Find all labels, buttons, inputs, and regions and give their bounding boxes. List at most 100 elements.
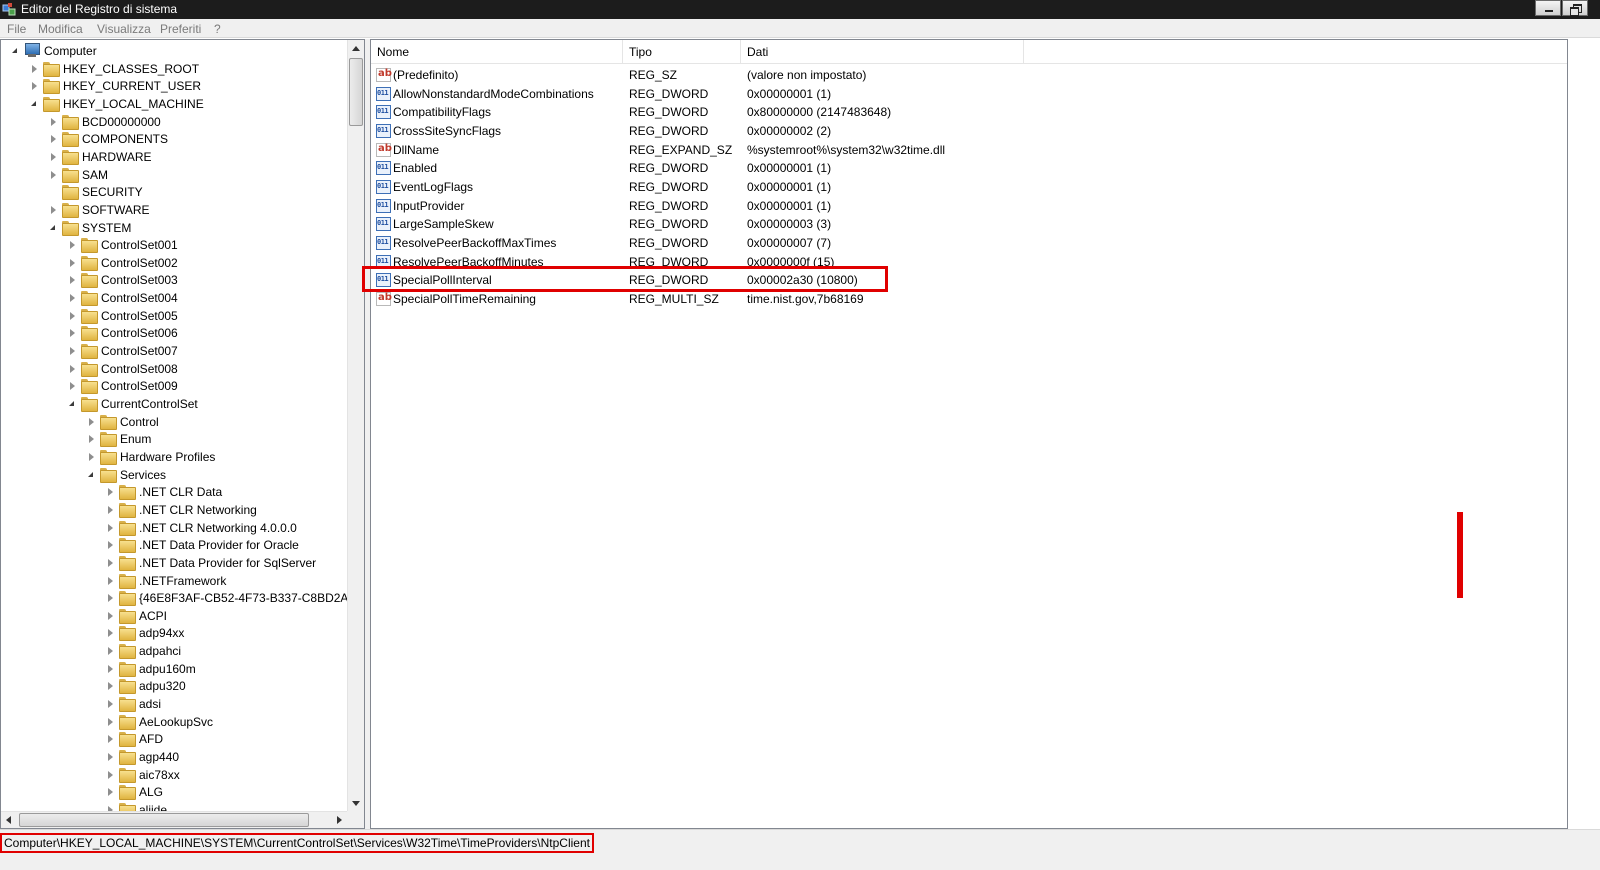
value-name: InputProvider (393, 198, 465, 213)
registry-tree[interactable]: Computer HKEY_CLASSES_ROOT HKEY_CURRENT_US… (0, 39, 365, 829)
menu-preferiti[interactable]: Preferiti (160, 22, 201, 36)
folder-icon (119, 608, 136, 624)
collapsed-arrow-icon[interactable] (108, 717, 113, 726)
minimize-button[interactable] (1535, 0, 1561, 16)
tree-item-label: Computer (44, 44, 97, 58)
collapsed-arrow-icon[interactable] (70, 347, 75, 356)
tree-item-label: adpu160m (139, 661, 196, 676)
collapsed-arrow-icon[interactable] (70, 364, 75, 373)
collapsed-arrow-icon[interactable] (108, 594, 113, 603)
collapsed-arrow-icon[interactable] (108, 576, 113, 585)
value-row[interactable]: EventLogFlags REG_DWORD 0x00000001 (1) (371, 177, 1567, 196)
string-value-icon (376, 289, 392, 307)
status-bar: Computer\HKEY_LOCAL_MACHINE\SYSTEM\Curre… (0, 829, 1600, 870)
tree-item-label: SAM (82, 167, 109, 182)
collapsed-arrow-icon[interactable] (108, 735, 113, 744)
tree-vertical-scrollbar[interactable] (347, 40, 364, 812)
value-row[interactable]: (Predefinito) REG_SZ (valore non impostato… (371, 65, 1567, 84)
collapsed-arrow-icon[interactable] (108, 505, 113, 514)
menu-visualizza[interactable]: Visualizza (97, 22, 151, 36)
tree-item-label: HKEY_CURRENT_USER (63, 79, 202, 94)
value-row[interactable]: InputProvider REG_DWORD 0x00000001 (1) (371, 196, 1567, 215)
folder-icon (81, 273, 98, 289)
tree-item-label: Hardware Profiles (120, 449, 216, 464)
value-row[interactable]: AllowNonstandardModeCombinations REG_DWOR… (371, 84, 1567, 103)
collapsed-arrow-icon[interactable] (108, 558, 113, 567)
collapsed-arrow-icon[interactable] (70, 382, 75, 391)
folder-icon (100, 467, 117, 483)
value-data: 0x00000002 (2) (747, 123, 832, 138)
collapsed-arrow-icon[interactable] (51, 170, 56, 179)
window-controls (1534, 0, 1588, 16)
collapsed-arrow-icon[interactable] (70, 258, 75, 267)
collapsed-arrow-icon[interactable] (32, 82, 37, 91)
scroll-thumb[interactable] (349, 58, 363, 126)
collapsed-arrow-icon[interactable] (108, 647, 113, 656)
collapsed-arrow-icon[interactable] (89, 435, 94, 444)
folder-icon (62, 149, 79, 165)
binary-value-icon (376, 214, 391, 232)
collapsed-arrow-icon[interactable] (70, 294, 75, 303)
collapsed-arrow-icon[interactable] (89, 417, 94, 426)
folder-icon (81, 344, 98, 360)
scroll-thumb-horizontal[interactable] (19, 813, 309, 827)
collapsed-arrow-icon[interactable] (108, 523, 113, 532)
expanded-arrow-icon[interactable] (50, 224, 55, 230)
collapsed-arrow-icon[interactable] (51, 135, 56, 144)
window-title: Editor del Registro di sistema (21, 2, 178, 16)
restore-button[interactable] (1562, 0, 1588, 16)
column-header-data[interactable]: Dati (741, 40, 1024, 64)
collapsed-arrow-icon[interactable] (70, 276, 75, 285)
collapsed-arrow-icon[interactable] (32, 64, 37, 73)
tree-item-label: AeLookupSvc (139, 714, 214, 729)
collapsed-arrow-icon[interactable] (108, 611, 113, 620)
menu-file[interactable]: File (7, 22, 26, 36)
folder-icon (100, 449, 117, 465)
value-row[interactable]: ResolvePeerBackoffMaxTimes REG_DWORD 0x000… (371, 233, 1567, 252)
folder-icon (119, 732, 136, 748)
tree-item-label: HKEY_LOCAL_MACHINE (63, 96, 204, 111)
collapsed-arrow-icon[interactable] (51, 152, 56, 161)
collapsed-arrow-icon[interactable] (70, 329, 75, 338)
value-type: REG_DWORD (629, 179, 709, 194)
folder-icon (119, 661, 136, 677)
collapsed-arrow-icon[interactable] (108, 788, 113, 797)
collapsed-arrow-icon[interactable] (108, 629, 113, 638)
menu-modifica[interactable]: Modifica (38, 22, 83, 36)
value-row[interactable]: CrossSiteSyncFlags REG_DWORD 0x00000002 (2… (371, 121, 1567, 140)
collapsed-arrow-icon[interactable] (108, 770, 113, 779)
scroll-right-icon[interactable] (337, 816, 342, 824)
collapsed-arrow-icon[interactable] (51, 117, 56, 126)
collapsed-arrow-icon[interactable] (108, 488, 113, 497)
tree-item-label: COMPONENTS (82, 132, 169, 147)
collapsed-arrow-icon[interactable] (51, 205, 56, 214)
collapsed-arrow-icon[interactable] (108, 664, 113, 673)
values-list[interactable]: Nome Tipo Dati (Predefinito) REG_SZ (valor… (370, 39, 1568, 829)
collapsed-arrow-icon[interactable] (108, 541, 113, 550)
column-header-name[interactable]: Nome (371, 40, 623, 64)
value-row[interactable]: LargeSampleSkew REG_DWORD 0x00000003 (3) (371, 214, 1567, 233)
expanded-arrow-icon[interactable] (31, 100, 36, 106)
folder-icon (119, 591, 136, 607)
expanded-arrow-icon[interactable] (88, 471, 93, 477)
collapsed-arrow-icon[interactable] (108, 700, 113, 709)
expanded-arrow-icon[interactable] (69, 401, 74, 406)
value-row[interactable]: DllName REG_EXPAND_SZ %systemroot%\system3… (371, 140, 1567, 159)
tree-item-label: ACPI (139, 608, 168, 623)
collapsed-arrow-icon[interactable] (89, 452, 94, 461)
collapsed-arrow-icon[interactable] (108, 682, 113, 691)
tree-horizontal-scrollbar[interactable] (1, 811, 347, 828)
value-row[interactable]: CompatibilityFlags REG_DWORD 0x80000000 (2… (371, 102, 1567, 121)
collapsed-arrow-icon[interactable] (70, 241, 75, 250)
collapsed-arrow-icon[interactable] (70, 311, 75, 320)
column-header-type[interactable]: Tipo (623, 40, 741, 64)
menu-help[interactable]: ? (214, 22, 221, 36)
scroll-down-icon[interactable] (352, 801, 360, 806)
scroll-up-icon[interactable] (352, 46, 360, 51)
binary-value-icon (376, 196, 391, 214)
expanded-arrow-icon[interactable] (12, 48, 17, 53)
collapsed-arrow-icon[interactable] (108, 753, 113, 761)
value-row[interactable]: SpecialPollTimeRemaining REG_MULTI_SZ time… (371, 289, 1567, 308)
value-row[interactable]: Enabled REG_DWORD 0x00000001 (1) (371, 158, 1567, 177)
scroll-left-icon[interactable] (6, 816, 11, 824)
